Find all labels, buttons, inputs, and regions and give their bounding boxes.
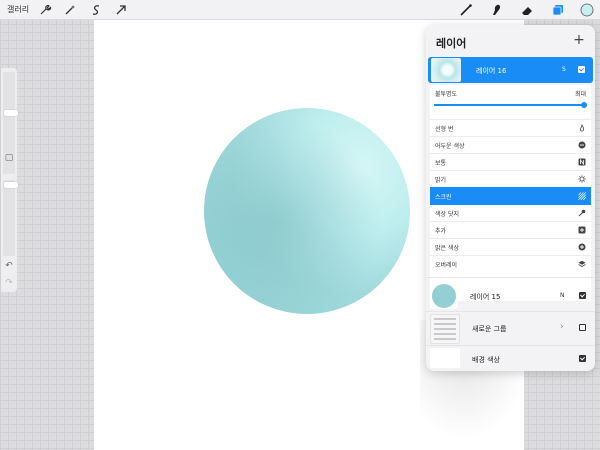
background-color-swatch[interactable]: [430, 348, 460, 368]
background-color-row[interactable]: 배경 색상: [426, 345, 595, 371]
group-row[interactable]: 새로운 그룹 ›: [426, 311, 595, 345]
opacity-value: 최대: [574, 91, 586, 98]
blend-mode-label: 스크린: [435, 194, 452, 201]
redo-icon[interactable]: ↷: [4, 278, 14, 288]
magic-wand-icon[interactable]: [63, 3, 77, 17]
color-swatch-icon[interactable]: [580, 3, 594, 17]
plus-circle-icon: [578, 243, 586, 251]
layer-thumbnail: [431, 58, 461, 82]
gallery-button[interactable]: 갤러리: [7, 4, 29, 15]
n-square-icon: [578, 158, 586, 166]
blend-mode-item[interactable]: 오버레이: [430, 255, 591, 272]
opacity-thumb[interactable]: [4, 182, 18, 188]
group-thumbnail: [430, 314, 460, 344]
smudge-icon[interactable]: [489, 3, 503, 17]
left-sidebar: ▢ ↶ ↷: [1, 68, 18, 292]
modify-square-icon[interactable]: ▢: [4, 153, 14, 163]
eraser-icon[interactable]: [520, 3, 534, 17]
visibility-checkbox[interactable]: [579, 292, 586, 299]
panel-title: 레이어: [436, 37, 467, 50]
layer-opacity-knob[interactable]: [581, 102, 587, 108]
brush-size-thumb[interactable]: [4, 110, 18, 116]
blend-mode-label: 선형 번: [435, 126, 454, 133]
blend-mode-item-selected[interactable]: 스크린: [430, 187, 591, 204]
brush-icon[interactable]: [459, 3, 473, 17]
blend-mode-label: 밝은 색상: [435, 245, 459, 252]
layer-row[interactable]: 레이어 15 N: [426, 277, 595, 311]
visibility-checkbox[interactable]: [578, 66, 585, 73]
thumbnail-circle: [432, 284, 456, 308]
blend-mode-indicator[interactable]: N: [560, 292, 565, 299]
undo-icon[interactable]: ↶: [4, 261, 14, 271]
dropper-icon: [578, 209, 586, 217]
flame-icon: [578, 124, 586, 132]
add-layer-button[interactable]: +: [572, 32, 586, 48]
minus-circle-icon: [578, 141, 586, 149]
layers-panel: 레이어 + 레이어 16 S 불투명도 최대 선형 번 어두운 색상 보통 밝기…: [426, 25, 595, 371]
blend-mode-item[interactable]: 선형 번: [430, 119, 591, 136]
blend-mode-label: 색상 닷지: [435, 211, 459, 218]
hatch-icon: [578, 192, 586, 200]
sun-icon: [578, 175, 586, 183]
transform-arrow-icon[interactable]: [114, 3, 128, 17]
opacity-label: 불투명도: [435, 91, 458, 98]
blend-mode-label: 오버레이: [435, 262, 458, 269]
layer-name: 레이어 15: [470, 293, 501, 301]
blend-mode-popover: 불투명도 최대 선형 번 어두운 색상 보통 밝기 스크린 색상 닷지 추가 밝…: [430, 85, 591, 301]
blend-mode-label: 어두운 색상: [435, 143, 465, 150]
selection-icon[interactable]: [89, 3, 103, 17]
blend-mode-item[interactable]: 추가: [430, 221, 591, 238]
chevron-right-icon[interactable]: ›: [560, 322, 564, 332]
blend-mode-item[interactable]: 보통: [430, 153, 591, 170]
visibility-checkbox[interactable]: [579, 324, 586, 331]
painted-circle: [204, 108, 410, 314]
group-name: 새로운 그룹: [472, 325, 507, 333]
background-color-label: 배경 색상: [472, 356, 500, 364]
top-toolbar: 갤러리: [0, 0, 600, 20]
layer-name: 레이어 16: [476, 67, 507, 75]
wrench-icon[interactable]: [38, 3, 52, 17]
blend-mode-item[interactable]: 밝은 색상: [430, 238, 591, 255]
active-layer-row[interactable]: 레이어 16 S: [428, 57, 593, 83]
blend-mode-item[interactable]: 밝기: [430, 170, 591, 187]
layer-opacity-slider[interactable]: [434, 104, 584, 106]
blend-mode-item[interactable]: 어두운 색상: [430, 136, 591, 153]
blend-mode-label: 추가: [435, 228, 447, 235]
layers-icon[interactable]: [551, 3, 565, 17]
blend-mode-label: 밝기: [435, 177, 447, 184]
plus-square-icon: [578, 226, 586, 234]
layers-icon: [578, 260, 586, 268]
blend-mode-item[interactable]: 색상 닷지: [430, 204, 591, 221]
visibility-checkbox[interactable]: [579, 355, 586, 362]
blend-mode-indicator[interactable]: S: [562, 66, 566, 73]
blend-mode-label: 보통: [435, 160, 447, 167]
layer-thumbnail: [430, 283, 458, 309]
opacity-slider[interactable]: [3, 180, 18, 256]
